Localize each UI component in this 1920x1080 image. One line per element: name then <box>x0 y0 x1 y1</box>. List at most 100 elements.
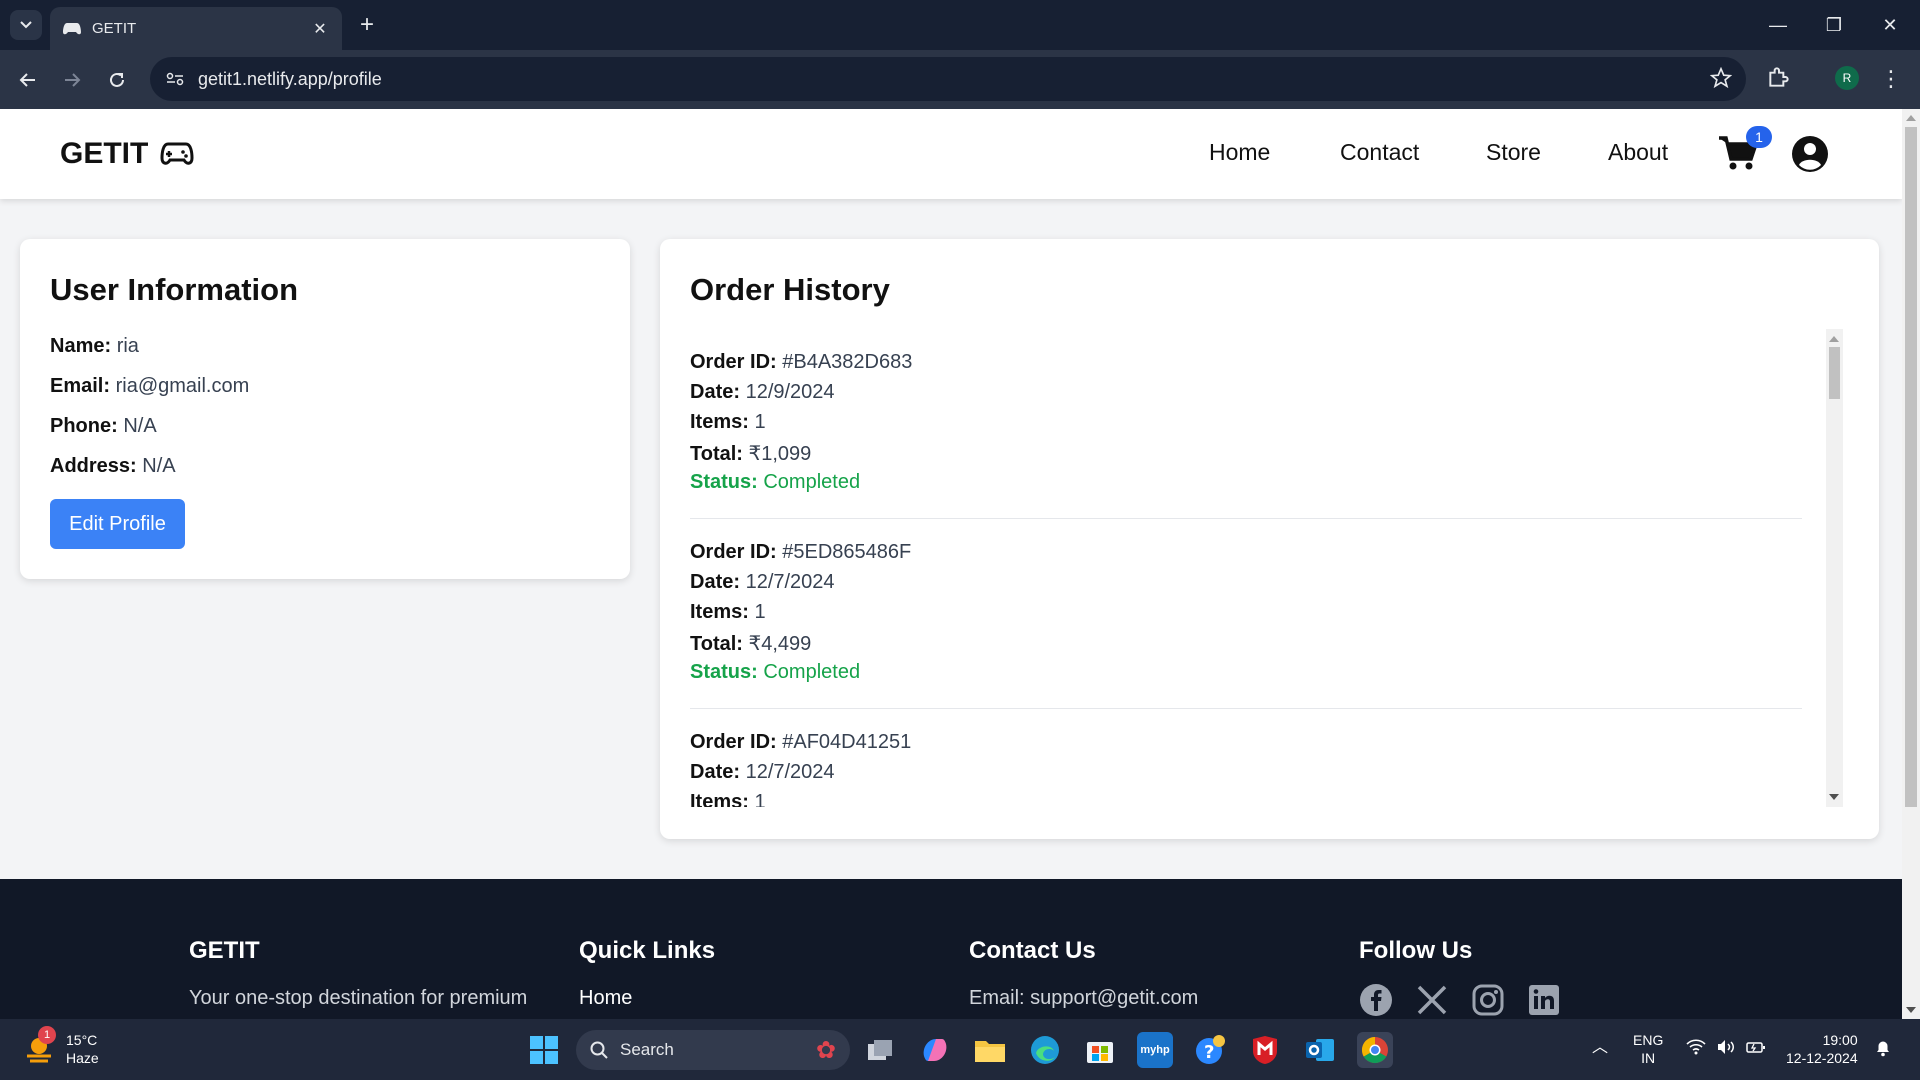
contact-heading: Contact Us <box>969 937 1096 964</box>
edit-profile-button[interactable]: Edit Profile <box>50 499 185 549</box>
scroll-thumb[interactable] <box>1829 347 1840 399</box>
linkedin-icon[interactable] <box>1527 983 1561 1017</box>
brand-name: GETIT <box>60 137 149 170</box>
order-items-label: Items: <box>690 601 749 623</box>
lang-top: ENG <box>1633 1032 1664 1048</box>
field-label: Email: <box>50 375 111 397</box>
volume-icon[interactable] <box>1716 1039 1736 1059</box>
nav-contact-link[interactable]: Contact <box>1340 139 1419 166</box>
order-id-line: Order ID: #AF04D41251 <box>690 731 911 754</box>
order-items-label: Items: <box>690 411 749 433</box>
order-id-line: Order ID: #5ED865486F <box>690 541 911 564</box>
notification-bell-icon[interactable] <box>1874 1039 1892 1061</box>
weather-widget[interactable]: 1 15°C Haze <box>22 1026 99 1067</box>
order-id-line: Order ID: #B4A382D683 <box>690 351 912 374</box>
contact-email[interactable]: Email: support@getit.com <box>969 987 1198 1010</box>
nav-about-link[interactable]: About <box>1608 139 1668 166</box>
myhp-app-icon[interactable]: myhp <box>1137 1032 1173 1068</box>
order-id-value: #5ED865486F <box>782 541 912 563</box>
close-tab-icon[interactable]: ✕ <box>310 19 330 39</box>
user-phone-value: N/A <box>123 415 157 437</box>
order-items-line: Items: 1 <box>690 411 766 434</box>
scroll-down-arrow[interactable] <box>1906 1007 1916 1013</box>
scroll-thumb[interactable] <box>1905 127 1917 807</box>
new-tab-button[interactable]: + <box>352 10 382 40</box>
user-phone-row: Phone: N/A <box>50 415 157 438</box>
instagram-icon[interactable] <box>1471 983 1505 1017</box>
copilot-icon[interactable] <box>917 1032 953 1068</box>
order-list-scrollbar[interactable] <box>1826 329 1843 807</box>
mcafee-icon[interactable] <box>1247 1032 1283 1068</box>
user-address-row: Address: N/A <box>50 455 176 478</box>
nav-home-link[interactable]: Home <box>1209 139 1270 166</box>
language-indicator[interactable]: ENG IN <box>1633 1031 1663 1067</box>
page-viewport: GETIT Home Contact Store About 1 User In… <box>0 109 1902 1019</box>
chrome-icon[interactable] <box>1357 1032 1393 1068</box>
order-date-label: Date: <box>690 381 741 403</box>
order-items-value: 1 <box>754 411 766 433</box>
site-settings-icon[interactable] <box>160 64 190 94</box>
extensions-icon[interactable] <box>1766 64 1792 95</box>
minimize-button[interactable]: — <box>1750 0 1806 50</box>
user-email-value: ria@gmail.com <box>115 375 250 397</box>
microsoft-store-icon[interactable] <box>1082 1032 1118 1068</box>
cart-count-badge: 1 <box>1746 126 1772 148</box>
reload-button[interactable] <box>101 64 133 96</box>
help-app-icon[interactable]: ? <box>1192 1032 1228 1068</box>
browser-menu-icon[interactable]: ⋮ <box>1880 64 1902 94</box>
order-items-value: 1 <box>754 791 766 807</box>
tab-search-button[interactable] <box>10 10 42 40</box>
browser-profile-avatar[interactable]: R <box>1835 66 1859 90</box>
outlook-icon[interactable] <box>1302 1032 1338 1068</box>
bookmark-star-icon[interactable] <box>1709 66 1733 94</box>
order-total-line: Total: ₹4,499 <box>690 631 811 656</box>
order-id-label: Order ID: <box>690 541 777 563</box>
footer-home-link[interactable]: Home <box>579 987 632 1010</box>
search-label: Search <box>620 1040 674 1059</box>
order-list[interactable]: Order ID: #B4A382D683 Date: 12/9/2024 It… <box>690 329 1820 807</box>
user-account-icon[interactable] <box>1791 135 1829 178</box>
wifi-icon[interactable] <box>1686 1039 1706 1059</box>
show-hidden-icons[interactable]: ︿ <box>1592 1039 1608 1057</box>
close-window-button[interactable]: ✕ <box>1862 0 1918 50</box>
search-icon <box>590 1041 608 1059</box>
page-scrollbar[interactable] <box>1902 109 1920 1019</box>
clock[interactable]: 19:00 12-12-2024 <box>1786 1031 1858 1067</box>
social-links <box>1359 983 1561 1017</box>
taskbar-search-box[interactable]: Search ✿ <box>576 1030 850 1070</box>
user-name-value: ria <box>116 335 139 357</box>
back-button[interactable] <box>12 64 44 96</box>
restore-button[interactable]: ❐ <box>1806 0 1862 50</box>
scroll-down-arrow[interactable] <box>1829 794 1839 800</box>
start-button[interactable] <box>526 1032 562 1068</box>
gamepad-logo-icon <box>160 141 194 167</box>
browser-tab-bar: GETIT ✕ + — ❐ ✕ <box>0 0 1920 50</box>
url-bar[interactable]: getit1.netlify.app/profile <box>150 57 1746 101</box>
field-label: Address: <box>50 455 137 477</box>
site-footer: GETIT Your one-stop destination for prem… <box>0 879 1902 1019</box>
order-date-line: Date: 12/7/2024 <box>690 761 835 784</box>
order-id-label: Order ID: <box>690 731 777 753</box>
poinsettia-icon: ✿ <box>815 1036 836 1064</box>
gamepad-icon <box>62 19 82 39</box>
order-item: Order ID: #AF04D41251 Date: 12/7/2024 It… <box>690 709 1802 807</box>
site-logo[interactable]: GETIT <box>60 137 194 171</box>
order-total-value: ₹4,499 <box>748 633 812 655</box>
file-explorer-icon[interactable] <box>972 1032 1008 1068</box>
facebook-icon[interactable] <box>1359 983 1393 1017</box>
browser-tab[interactable]: GETIT ✕ <box>50 7 342 50</box>
scroll-up-arrow[interactable] <box>1906 115 1916 121</box>
scroll-up-arrow[interactable] <box>1829 336 1839 342</box>
battery-icon[interactable] <box>1746 1039 1766 1059</box>
nav-store-link[interactable]: Store <box>1486 139 1541 166</box>
order-status-line: Status: Completed <box>690 661 860 684</box>
forward-button[interactable] <box>56 64 88 96</box>
x-icon[interactable] <box>1415 983 1449 1017</box>
order-total-label: Total: <box>690 443 743 465</box>
url-text: getit1.netlify.app/profile <box>198 68 382 89</box>
task-view-icon[interactable] <box>862 1032 898 1068</box>
order-id-value: #AF04D41251 <box>782 731 912 753</box>
order-date-line: Date: 12/9/2024 <box>690 381 835 404</box>
order-total-value: ₹1,099 <box>748 443 812 465</box>
edge-browser-icon[interactable] <box>1027 1032 1063 1068</box>
